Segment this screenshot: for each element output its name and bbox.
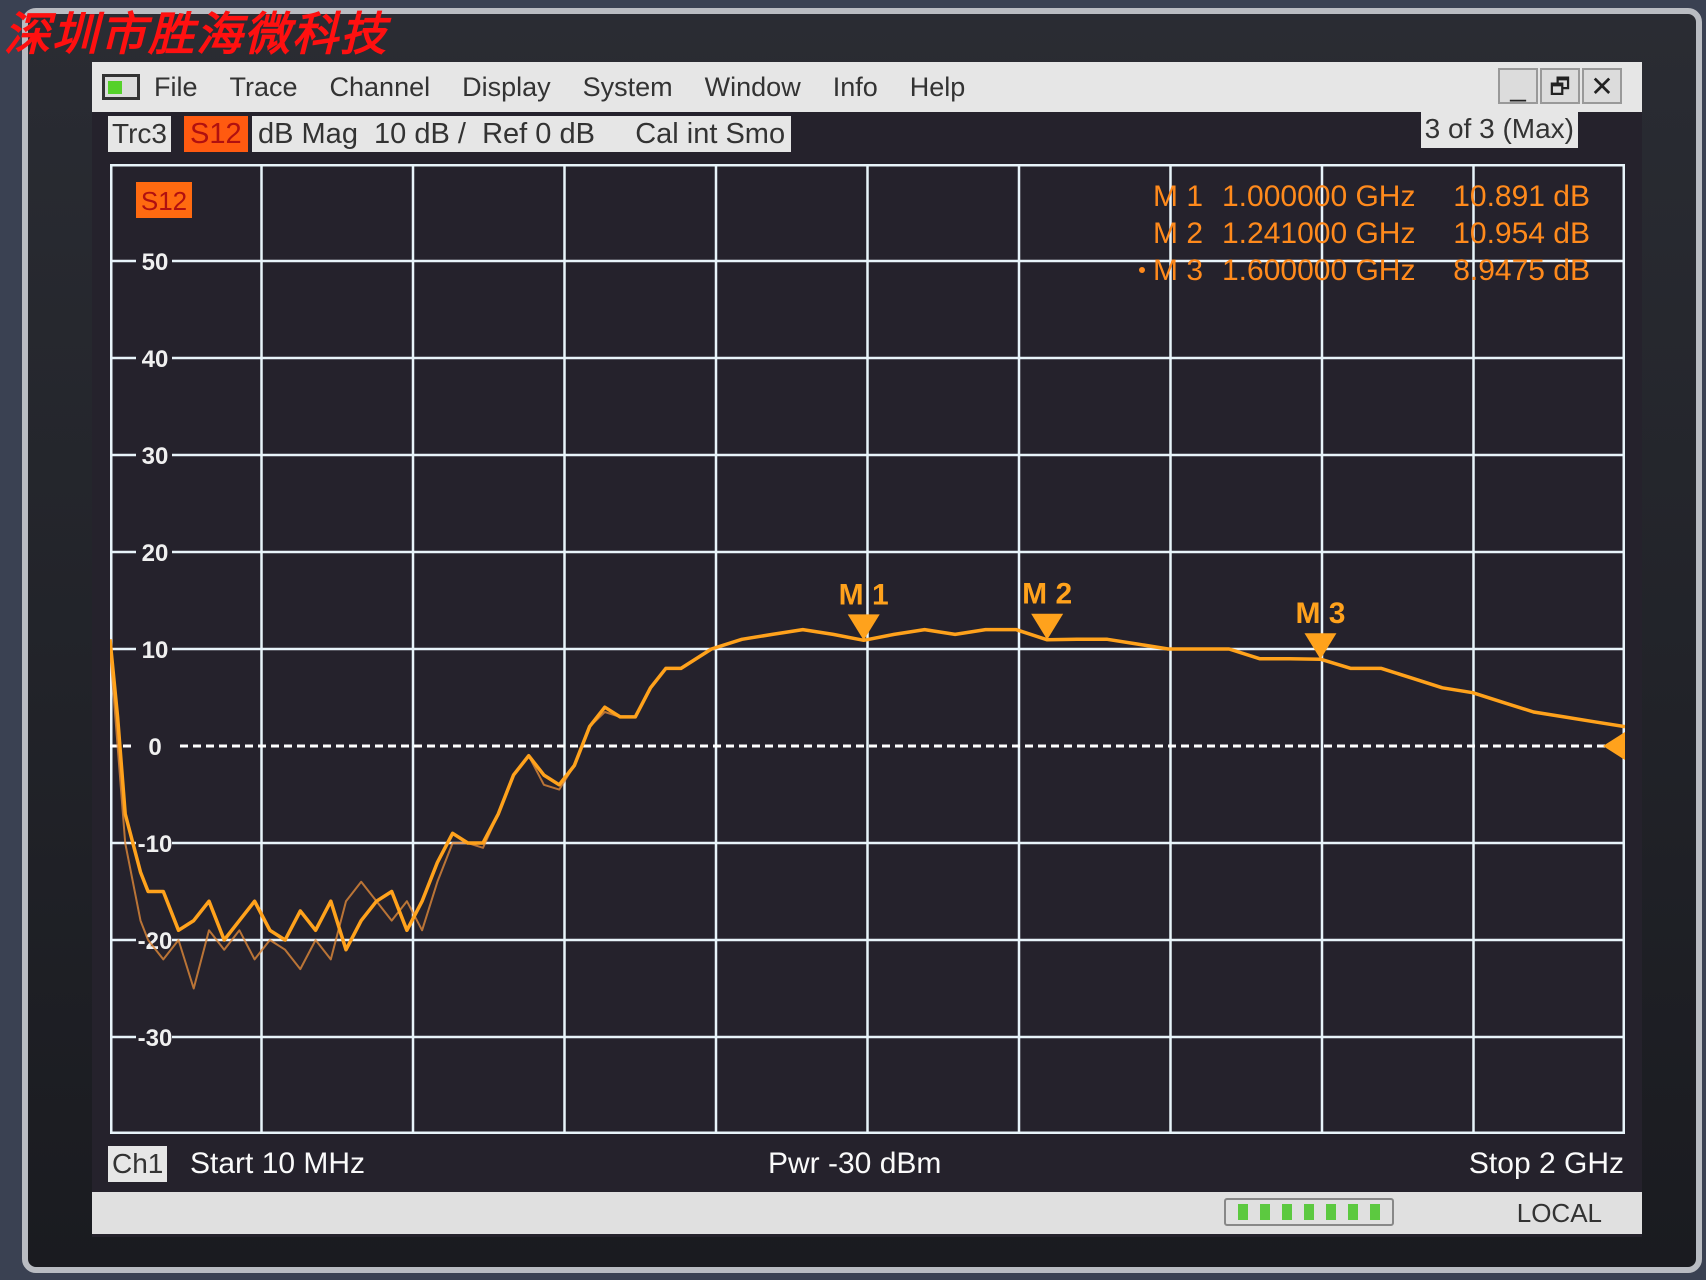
progress-segment [1304,1204,1314,1220]
y-tick-label: 50 [142,249,169,276]
trace-format-info[interactable]: dB Mag 10 dB / Ref 0 dB Cal int Smo [252,116,792,152]
analyzer-screen: File Trace Channel Display System Window… [92,62,1642,1237]
progress-segment [1282,1204,1292,1220]
marker-legend-frequency: 1.241000 GHz [1222,217,1415,250]
status-bar: LOCAL [92,1192,1642,1234]
progress-segment [1260,1204,1270,1220]
menu-help[interactable]: Help [910,72,966,103]
memory-trace-line [110,648,636,990]
menu-channel[interactable]: Channel [330,72,431,103]
y-tick-label: -20 [138,928,173,955]
marker-legend-label: M 1 [1153,180,1203,213]
marker-legend-value: 8.9475 dB [1453,254,1590,287]
marker-legend-value: 10.891 dB [1453,180,1590,213]
marker-label: M 3 [1295,597,1345,630]
marker-legend: M 1 1.000000 GHz 10.891 dB M 2 1.241000 GHz 1… [1139,180,1590,287]
y-tick-label: 0 [148,734,161,761]
marker-legend-frequency: 1.600000 GHz [1222,254,1415,287]
restore-button[interactable]: 🗗 [1540,68,1580,104]
window-controls: _ 🗗 ✕ [1496,68,1622,104]
progress-segment [1370,1204,1380,1220]
trace-name-label[interactable]: Trc3 [108,116,171,152]
menu-window[interactable]: Window [705,72,801,103]
menu-file[interactable]: File [154,72,198,103]
marker-label: M 2 [1022,578,1072,611]
analyzer-app-icon[interactable] [102,74,140,100]
menu-trace[interactable]: Trace [230,72,298,103]
markers: M 1 M 2 M 3 [839,578,1345,660]
remote-local-status: LOCAL [1516,1198,1602,1228]
parameter-label-plot: S12 [141,186,187,216]
y-tick-label: 20 [142,540,169,567]
progress-segment [1348,1204,1358,1220]
channel-label[interactable]: Ch1 [108,1146,168,1182]
channel-footer: Ch1 Start 10 MHz Pwr -30 dBm Stop 2 GHz [92,1140,1642,1190]
y-tick-labels: 50 40 30 20 10 0 -10 -20 -30 [138,249,173,1052]
reference-level-arrow [1603,732,1625,760]
minimize-button[interactable]: _ [1498,68,1538,104]
sweep-progress-indicator [1224,1198,1394,1226]
menu-bar: File Trace Channel Display System Window… [92,62,1642,112]
marker-label: M 1 [839,578,889,611]
marker-legend-label: M 2 [1153,217,1203,250]
trace-info-bar: Trc3 S12 dB Mag 10 dB / Ref 0 dB Cal int… [92,110,1642,156]
y-tick-label: 40 [142,346,169,373]
watermark: 深圳市胜海微科技 [4,7,388,61]
start-frequency[interactable]: Start 10 MHz [190,1146,365,1182]
trace-parameter-badge[interactable]: S12 [184,116,248,152]
window-count: 3 of 3 (Max) [1420,110,1578,148]
marker-legend-frequency: 1.000000 GHz [1222,180,1415,213]
progress-segment [1238,1204,1248,1220]
marker-legend-value: 10.954 dB [1453,217,1590,250]
marker-legend-label: M 3 [1153,254,1203,287]
grid [110,164,1625,1134]
y-tick-label: -10 [138,831,173,858]
marker-triangle [1304,633,1337,660]
active-marker-dot [1139,267,1145,273]
menu-display[interactable]: Display [462,72,551,103]
close-button[interactable]: ✕ [1582,68,1622,104]
y-tick-label: 30 [142,443,169,470]
y-tick-label: -30 [138,1025,173,1052]
progress-segment [1326,1204,1336,1220]
menu-info[interactable]: Info [833,72,878,103]
menu-system[interactable]: System [583,72,673,103]
stop-frequency[interactable]: Stop 2 GHz [1469,1146,1624,1182]
y-tick-label: 10 [142,637,169,664]
s12-plot: 50 40 30 20 10 0 -10 -20 -30 M 1 M 2 M 3 M 1 1.0000… [110,164,1625,1134]
source-power[interactable]: Pwr -30 dBm [768,1146,941,1182]
